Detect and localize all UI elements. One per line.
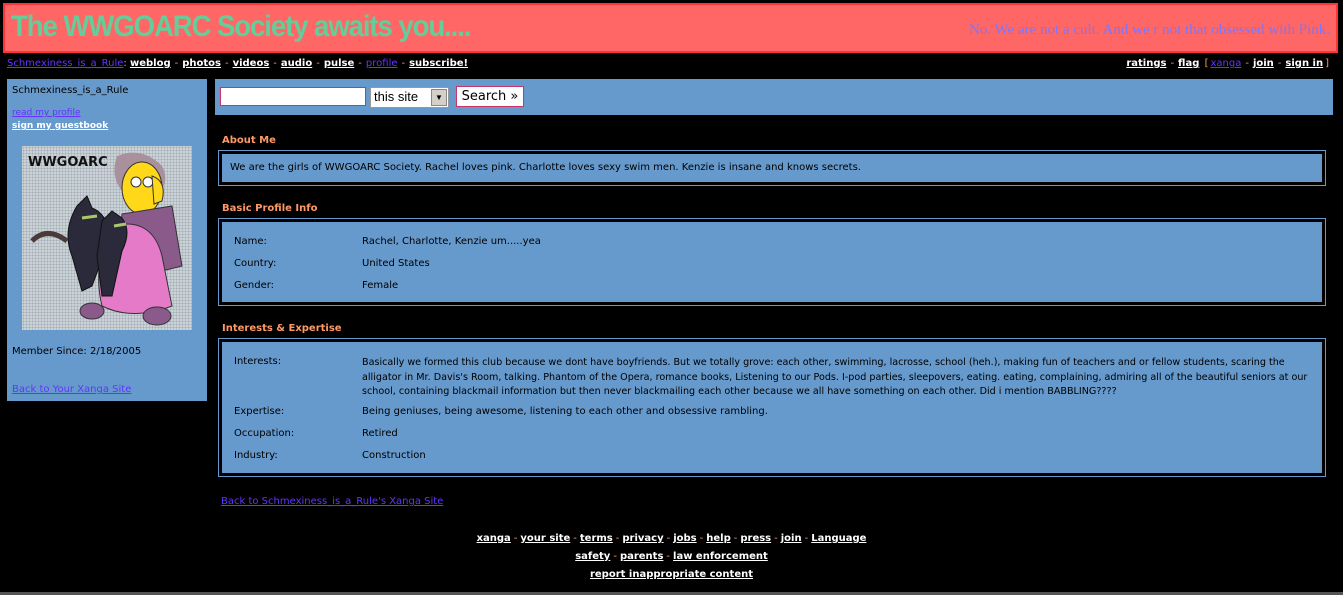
nav-separator: - (1277, 58, 1282, 69)
search-input[interactable] (220, 87, 366, 106)
member-since: Member Since: 2/18/2005 (12, 346, 142, 357)
footer-separator: - (733, 533, 738, 544)
country-label: Country: (234, 258, 277, 269)
back-to-site-link[interactable]: Back to Schmexiness_is_a_Rule's Xanga Si… (221, 496, 443, 507)
footer-links-primary: xanga - your site - terms - privacy - jobs - help -… (0, 533, 1343, 544)
interests-heading: Interests & Expertise (222, 323, 342, 334)
sidebar-username: Schmexiness_is_a_Rule (12, 85, 129, 96)
nav-subscribe[interactable]: subscribe! (409, 58, 468, 69)
nav-separator: - (358, 58, 362, 69)
search-bar: this site ▼ Search » (215, 79, 1333, 115)
footer-separator: - (513, 533, 518, 544)
footer-links-secondary: safety - parents - law enforcement (0, 551, 1343, 562)
footer-your-site[interactable]: your site (520, 533, 570, 544)
search-scope-select[interactable]: this site ▼ (370, 87, 449, 108)
interests-value: Basically we formed this club because we… (362, 357, 1308, 397)
footer-separator: - (804, 533, 809, 544)
nav-photos[interactable]: photos (182, 58, 221, 69)
industry-value: Construction (362, 450, 426, 461)
account-nav: ratings - flag [xanga - join - sign in] (1126, 58, 1331, 69)
footer-separator: - (666, 533, 671, 544)
occupation-label: Occupation: (234, 428, 295, 439)
footer-safety[interactable]: safety (575, 551, 610, 562)
site-name-link[interactable]: Schmexiness_is_a_Rule (7, 58, 123, 69)
avatar: WWGOARC (22, 146, 192, 330)
footer-law-enforcement[interactable]: law enforcement (673, 551, 768, 562)
footer-separator: - (666, 551, 671, 562)
footer-language[interactable]: Language (811, 533, 866, 544)
industry-label: Industry: (234, 450, 278, 461)
join-link[interactable]: join (1253, 58, 1274, 69)
nav-colon: : (123, 58, 127, 69)
bracket-open: [ (1204, 58, 1209, 69)
sign-guestbook-link[interactable]: sign my guestbook (12, 121, 108, 131)
nav-videos[interactable]: videos (233, 58, 270, 69)
country-value: United States (362, 258, 430, 269)
footer-join[interactable]: join (781, 533, 802, 544)
nav-pulse[interactable]: pulse (324, 58, 354, 69)
footer-jobs[interactable]: jobs (673, 533, 696, 544)
footer-separator: - (774, 533, 778, 544)
basic-profile-heading: Basic Profile Info (222, 203, 318, 214)
occupation-value: Retired (362, 428, 398, 439)
avatar-label: WWGOARC (28, 155, 108, 170)
about-me-heading: About Me (222, 135, 276, 146)
back-to-xanga-link[interactable]: Back to Your Xanga Site (12, 384, 131, 395)
bracket-close: ] (1325, 58, 1329, 69)
nav-separator: - (273, 58, 277, 69)
basic-profile-box: Name: Rachel, Charlotte, Kenzie um.....y… (218, 218, 1326, 306)
footer-privacy[interactable]: privacy (622, 533, 663, 544)
interests-label: Interests: (234, 356, 282, 367)
about-me-box: We are the girls of WWGOARC Society. Rac… (218, 150, 1326, 186)
footer-terms[interactable]: terms (580, 533, 613, 544)
nav-audio[interactable]: audio (281, 58, 312, 69)
footer-separator: - (613, 551, 617, 562)
nav-profile[interactable]: profile (366, 58, 398, 69)
chevron-down-icon[interactable]: ▼ (431, 89, 447, 106)
footer-xanga[interactable]: xanga (477, 533, 511, 544)
profile-sidebar: Schmexiness_is_a_Rule read my profile si… (7, 79, 207, 401)
nav-separator: - (316, 58, 320, 69)
name-value: Rachel, Charlotte, Kenzie um.....yea (362, 236, 541, 247)
interests-box: Interests: Basically we formed this club… (218, 338, 1326, 477)
gender-label: Gender: (234, 280, 275, 291)
footer-separator: - (573, 533, 577, 544)
nav-separator: - (174, 58, 179, 69)
flag-link[interactable]: flag (1178, 58, 1199, 69)
header-banner: The WWGOARC Society awaits you.... No. W… (3, 3, 1338, 53)
site-nav: Schmexiness_is_a_Rule: weblog - photos - vid… (7, 58, 468, 69)
nav-separator: - (224, 58, 229, 69)
footer-separator: - (615, 533, 620, 544)
read-profile-link[interactable]: read my profile (12, 108, 81, 118)
footer-help[interactable]: help (706, 533, 731, 544)
about-me-text: We are the girls of WWGOARC Society. Rac… (230, 162, 861, 173)
nav-weblog[interactable]: weblog (130, 58, 171, 69)
banner-title: The WWGOARC Society awaits you.... (11, 10, 471, 43)
xanga-link[interactable]: xanga (1210, 58, 1241, 69)
name-label: Name: (234, 236, 267, 247)
avatar-cartoon-icon: WWGOARC (28, 152, 183, 326)
footer-separator: - (699, 533, 704, 544)
nav-separator: - (401, 58, 406, 69)
expertise-label: Expertise: (234, 406, 285, 417)
expertise-value: Being geniuses, being awesome, listening… (362, 406, 768, 417)
footer-report-content[interactable]: report inappropriate content (590, 569, 753, 580)
search-scope-value: this site (374, 89, 419, 104)
banner-subtitle: No. We are not a cult. And we r not that… (969, 22, 1330, 38)
ratings-link[interactable]: ratings (1126, 58, 1166, 69)
footer-press[interactable]: press (740, 533, 771, 544)
footer-parents[interactable]: parents (620, 551, 663, 562)
nav-separator: - (1245, 58, 1249, 69)
search-button[interactable]: Search » (456, 86, 524, 107)
sign-in-link[interactable]: sign in (1285, 58, 1323, 69)
nav-separator: - (1170, 58, 1175, 69)
gender-value: Female (362, 280, 399, 291)
footer-links-report: report inappropriate content (0, 569, 1343, 580)
